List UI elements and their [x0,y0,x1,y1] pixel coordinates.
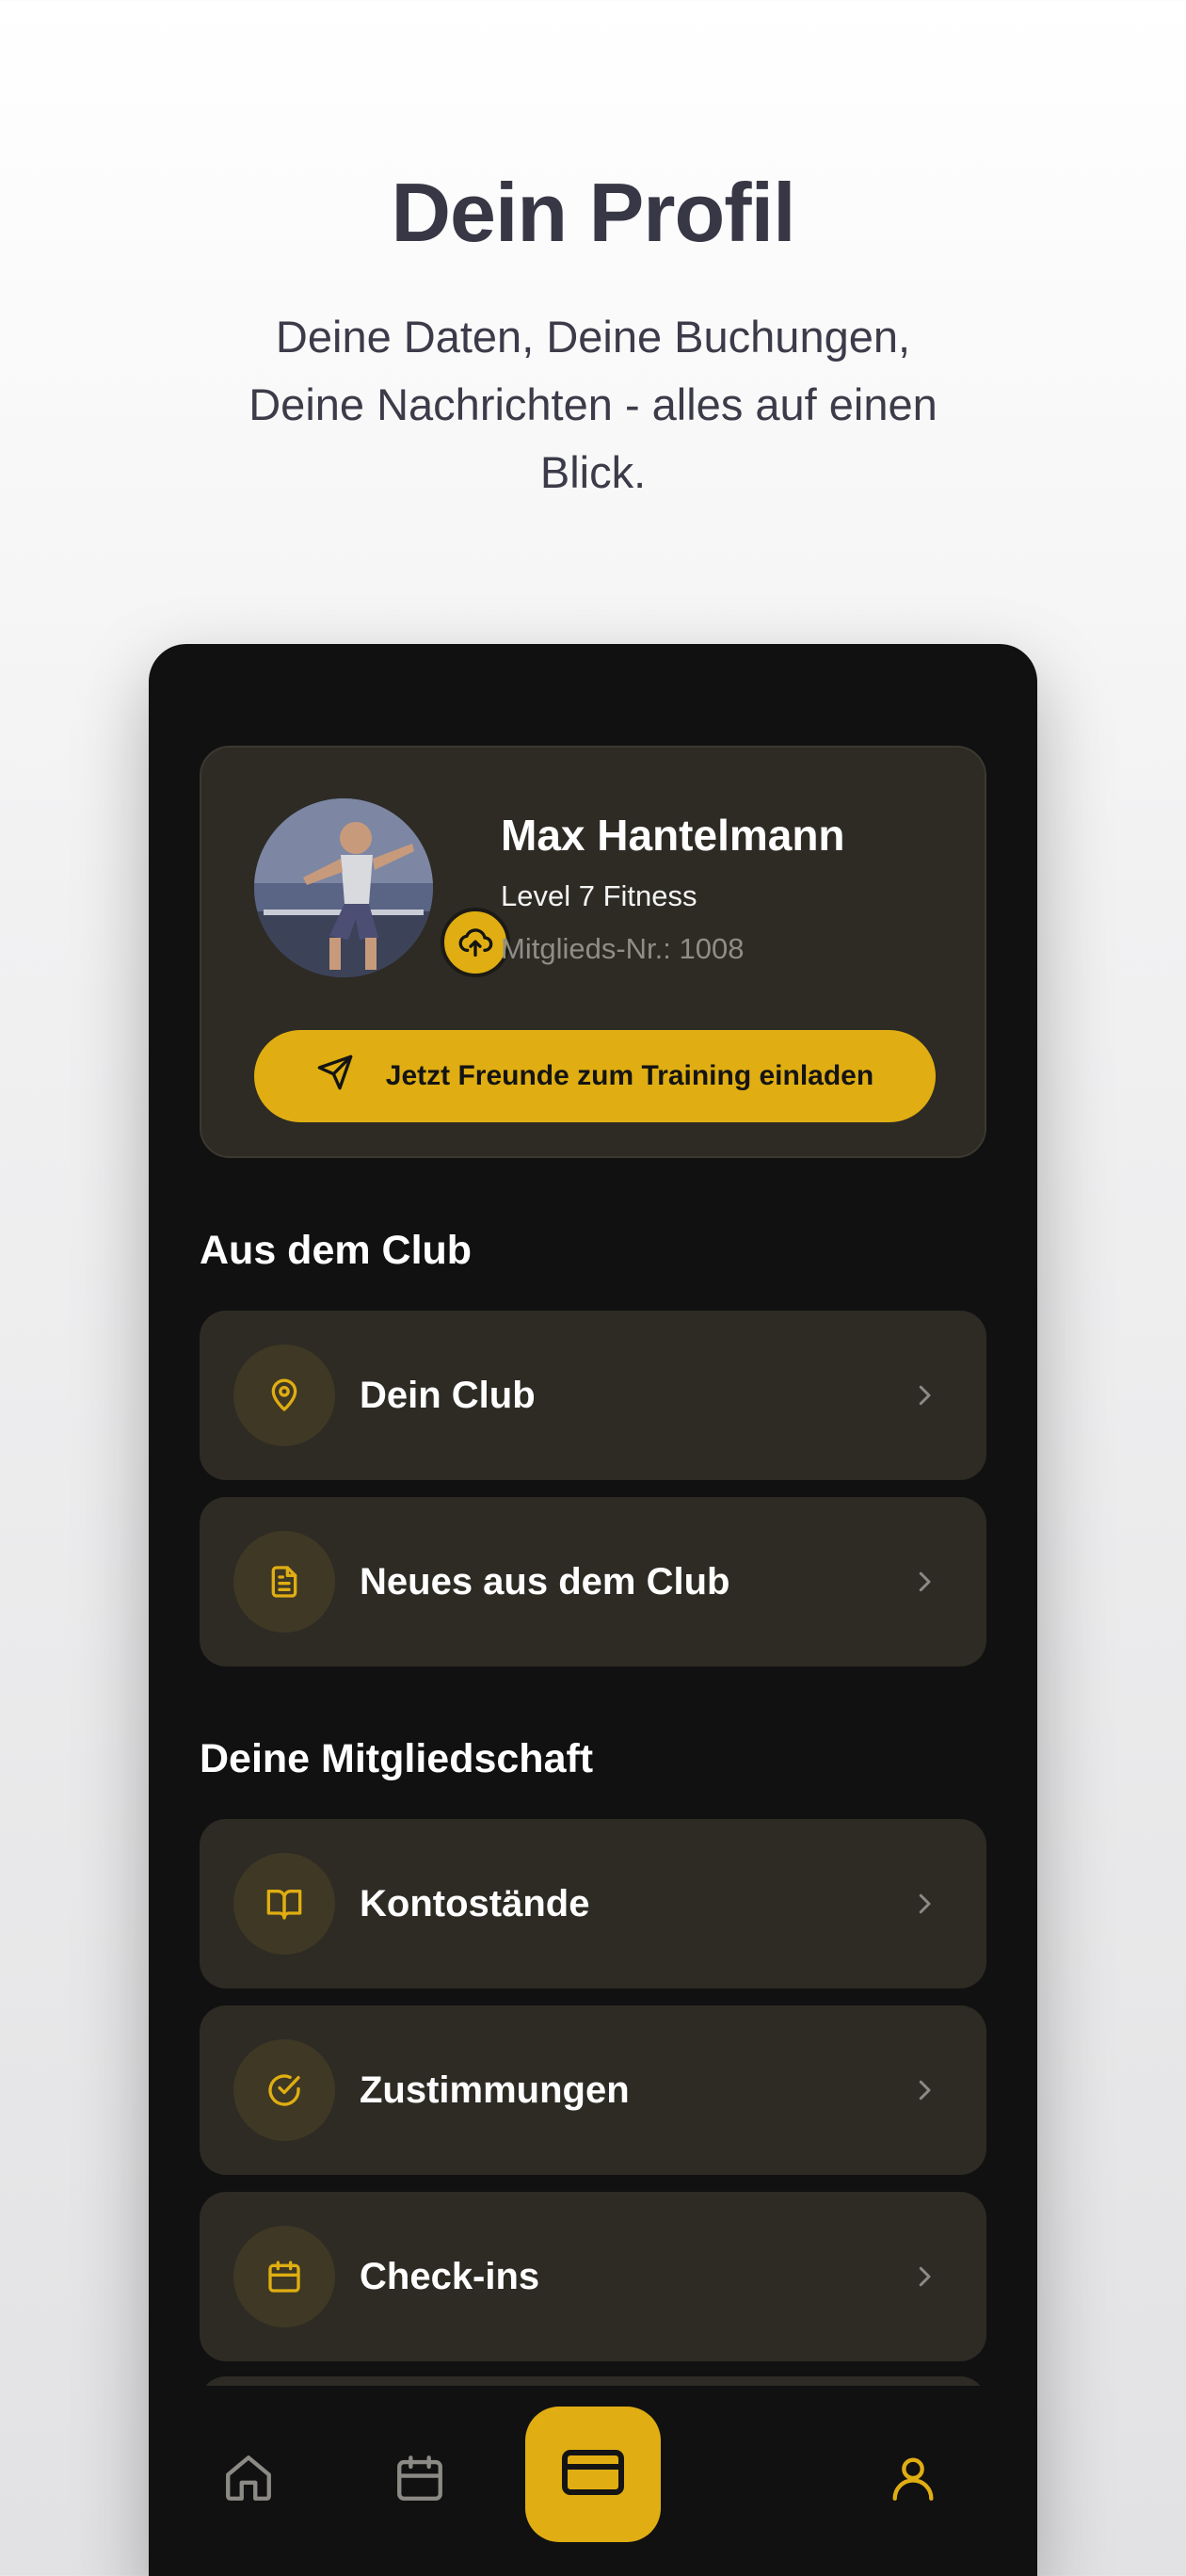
card-icon [559,2439,627,2511]
home-icon [221,2451,276,2510]
invite-label: Jetzt Freunde zum Training einladen [385,1060,874,1091]
tab-home[interactable] [211,2442,286,2518]
phone-frame: Max Hantelmann Level 7 Fitness Mitglieds… [149,644,1037,2576]
menu-item-check-ins[interactable]: Check-ins [200,2192,986,2361]
invite-friends-button[interactable]: Jetzt Freunde zum Training einladen [254,1030,936,1122]
chevron-right-icon [906,2071,943,2109]
calendar-icon [393,2451,447,2510]
menu-item-label: Kontostände [360,1883,590,1924]
chevron-right-icon [906,1563,943,1601]
document-icon [233,1531,335,1633]
menu-item-label: Neues aus dem Club [360,1561,730,1602]
menu-item-kontostaende[interactable]: Kontostände [200,1819,986,1988]
menu-item-dein-club[interactable]: Dein Club [200,1311,986,1480]
tab-calendar[interactable] [382,2442,457,2518]
menu-item-label: Dein Club [360,1375,536,1416]
profile-card: Max Hantelmann Level 7 Fitness Mitglieds… [200,746,986,1158]
menu-item-neues-aus-dem-club[interactable]: Neues aus dem Club [200,1497,986,1666]
book-open-icon [233,1853,335,1955]
map-pin-icon [233,1344,335,1446]
check-circle-icon [233,2039,335,2141]
menu-item-label: Zustimmungen [360,2069,630,2111]
page-title: Dein Profil [391,166,795,259]
profile-name: Max Hantelmann [501,811,845,860]
tab-membership-card[interactable] [525,2407,661,2542]
cloud-upload-icon[interactable] [441,908,510,977]
send-icon [316,1054,354,1099]
menu-item-label: Check-ins [360,2256,540,2297]
tab-bar [149,2386,1037,2576]
section-title-club: Aus dem Club [200,1228,473,1273]
chevron-right-icon [906,2258,943,2295]
user-icon [886,2451,940,2510]
section-title-membership: Deine Mitgliedschaft [200,1736,594,1781]
profile-level: Level 7 Fitness [501,879,697,912]
chevron-right-icon [906,1377,943,1414]
calendar-icon [233,2226,335,2327]
member-number: Mitglieds-Nr.: 1008 [501,932,745,965]
avatar[interactable] [254,798,433,977]
page-subtitle: Deine Daten, Deine Buchungen, Deine Nach… [248,312,938,497]
tab-profile[interactable] [875,2442,951,2518]
menu-item-zustimmungen[interactable]: Zustimmungen [200,2005,986,2175]
chevron-right-icon [906,1885,943,1923]
